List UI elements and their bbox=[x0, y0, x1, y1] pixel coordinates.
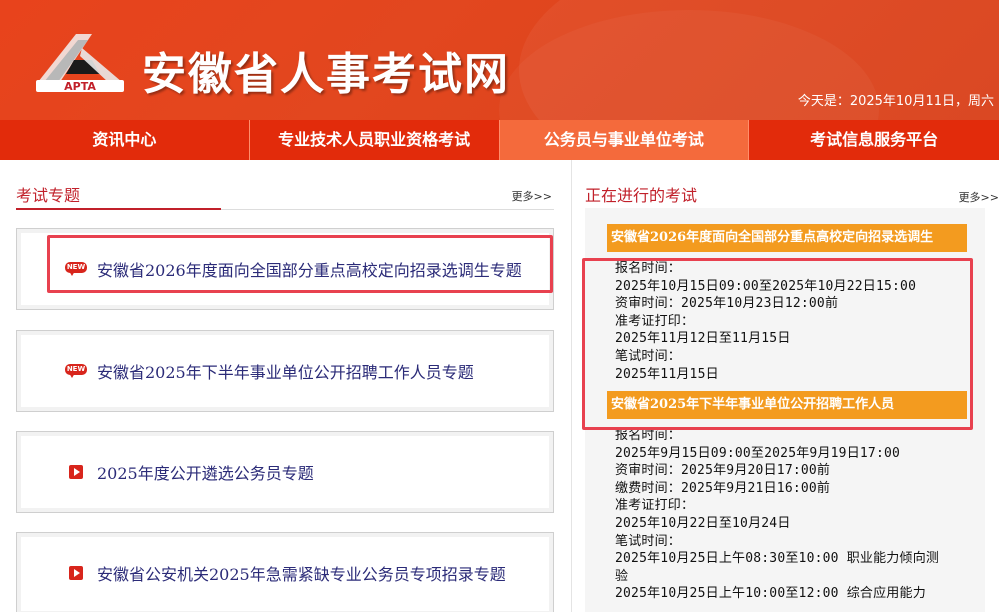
exam-schedule-line: 准考证打印： bbox=[615, 498, 695, 514]
highlight-box bbox=[47, 235, 553, 293]
exam-schedule-line: 2025年10月25日上午08:30至10:00 职业能力倾向测 bbox=[615, 551, 940, 567]
play-icon bbox=[69, 465, 83, 479]
exam-schedule-line: 2025年10月25日上午10:00至12:00 综合应用能力 bbox=[615, 586, 926, 602]
exam-schedule-line: 报名时间： bbox=[615, 428, 682, 443]
exam-schedule: 报名时间： 2025年10月15日09:00至2025年10月22日15:00 … bbox=[607, 252, 967, 383]
topics-more-link[interactable]: 更多>> bbox=[512, 188, 552, 204]
topic-label[interactable]: 安徽省2025年下半年事业单位公开招聘工作人员专题 bbox=[97, 359, 474, 383]
exam-item: 安徽省2025年下半年事业单位公开招聘工作人员 报名时间： 2025年9月15日… bbox=[607, 391, 967, 603]
nav-item-news-center[interactable]: 资讯中心 bbox=[0, 120, 250, 160]
site-header: APTA 安徽省人事考试网 今天是：2025年10月11日，周六 bbox=[0, 0, 999, 120]
column-divider bbox=[571, 160, 572, 612]
logo-text: APTA bbox=[64, 80, 96, 93]
exam-schedule-line: 验 bbox=[615, 568, 629, 584]
nav-item-civil-servant-exams[interactable]: 公务员与事业单位考试 bbox=[499, 120, 750, 160]
exam-topics-section: 考试专题 更多>> NEW 安徽省2026年度面向全国部分重点高校定向招录选调生… bbox=[16, 160, 554, 612]
topic-link[interactable]: 2025年度公开遴选公务员专题 bbox=[65, 432, 314, 512]
ongoing-exams-list: 安徽省2026年度面向全国部分重点高校定向招录选调生 报名时间： 2025年10… bbox=[582, 208, 985, 612]
exam-topics-header: 考试专题 更多>> bbox=[16, 160, 554, 210]
exam-schedule-line: 2025年10月22日至10月24日 bbox=[615, 515, 791, 531]
exam-schedule-line: 笔试时间： bbox=[615, 533, 682, 549]
exam-schedule-line: 笔试时间： bbox=[615, 348, 682, 364]
topic-link[interactable]: 安徽省公安机关2025年急需紧缺专业公务员专项招录专题 bbox=[65, 533, 506, 612]
ongoing-more-link[interactable]: 更多>> bbox=[959, 189, 999, 205]
exam-schedule-line: 2025年9月15日09:00至2025年9月19日17:00 bbox=[615, 445, 901, 461]
current-date: 今天是：2025年10月11日，周六 bbox=[797, 94, 994, 109]
topic-card[interactable]: NEW 安徽省2025年下半年事业单位公开招聘工作人员专题 bbox=[16, 330, 554, 412]
exam-name-link[interactable]: 安徽省2026年度面向全国部分重点高校定向招录选调生 bbox=[607, 224, 967, 252]
play-icon bbox=[69, 566, 83, 580]
topic-link[interactable]: NEW 安徽省2025年下半年事业单位公开招聘工作人员专题 bbox=[65, 331, 474, 411]
nav-item-professional-qualification[interactable]: 专业技术人员职业资格考试 bbox=[250, 120, 500, 160]
exam-schedule-line: 2025年10月15日09:00至2025年10月22日15:00 bbox=[615, 278, 917, 294]
topic-label[interactable]: 2025年度公开遴选公务员专题 bbox=[97, 460, 314, 484]
ongoing-exams-title: 正在进行的考试 bbox=[585, 186, 698, 205]
nav-item-exam-service-platform[interactable]: 考试信息服务平台 bbox=[749, 120, 999, 160]
exam-name-link[interactable]: 安徽省2025年下半年事业单位公开招聘工作人员 bbox=[607, 391, 967, 419]
topic-label[interactable]: 安徽省公安机关2025年急需紧缺专业公务员专项招录专题 bbox=[97, 561, 506, 585]
ongoing-exams-section: 正在进行的考试 更多>> 安徽省2026年度面向全国部分重点高校定向招录选调生 … bbox=[582, 160, 999, 612]
apta-logo-icon[interactable]: APTA bbox=[30, 30, 130, 94]
exam-schedule: 报名时间： 2025年9月15日09:00至2025年9月19日17:00 资审… bbox=[607, 419, 967, 603]
ongoing-exams-header: 正在进行的考试 更多>> bbox=[585, 160, 999, 208]
exam-schedule-line: 缴费时间：2025年9月21日16:00前 bbox=[615, 480, 831, 496]
topic-card[interactable]: 2025年度公开遴选公务员专题 bbox=[16, 431, 554, 513]
main-nav: 资讯中心 专业技术人员职业资格考试 公务员与事业单位考试 考试信息服务平台 bbox=[0, 120, 999, 160]
exam-item: 安徽省2026年度面向全国部分重点高校定向招录选调生 报名时间： 2025年10… bbox=[607, 224, 967, 383]
exam-schedule-line: 2025年11月12日至11月15日 bbox=[615, 331, 791, 347]
new-badge-icon: NEW bbox=[65, 364, 87, 378]
exam-schedule-line: 报名时间： bbox=[615, 261, 682, 276]
topic-card[interactable]: 安徽省公安机关2025年急需紧缺专业公务员专项招录专题 bbox=[16, 532, 554, 612]
topic-card[interactable]: NEW 安徽省2026年度面向全国部分重点高校定向招录选调生专题 bbox=[16, 228, 554, 310]
exam-topics-title: 考试专题 bbox=[16, 186, 81, 205]
exam-schedule-line: 2025年11月15日 bbox=[615, 366, 719, 382]
site-title: 安徽省人事考试网 bbox=[142, 49, 510, 100]
title-underline bbox=[16, 208, 221, 210]
exam-schedule-line: 资审时间：2025年10月23日12:00前 bbox=[615, 296, 839, 312]
exam-schedule-line: 资审时间：2025年9月20日17:00前 bbox=[615, 463, 831, 479]
exam-schedule-line: 准考证打印： bbox=[615, 313, 695, 329]
